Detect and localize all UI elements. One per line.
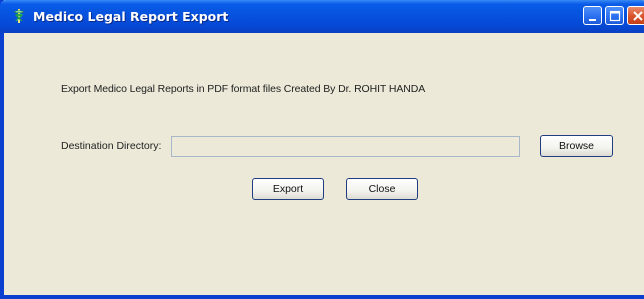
minimize-button[interactable]: [583, 6, 602, 25]
close-icon: [633, 11, 643, 21]
export-dialog-window: Medico Legal Report Export Export Medico…: [0, 0, 644, 299]
close-window-button[interactable]: [627, 6, 644, 25]
close-button[interactable]: Close: [346, 178, 418, 200]
title-bar[interactable]: Medico Legal Report Export: [0, 0, 644, 33]
maximize-button[interactable]: [605, 6, 624, 25]
minimize-icon: [589, 19, 596, 21]
export-button[interactable]: Export: [252, 178, 324, 200]
caduceus-icon: [11, 8, 27, 24]
destination-directory-input[interactable]: [171, 136, 520, 157]
window-title: Medico Legal Report Export: [33, 9, 229, 24]
maximize-icon: [609, 10, 621, 22]
browse-button[interactable]: Browse: [540, 135, 613, 157]
intro-text: Export Medico Legal Reports in PDF forma…: [61, 83, 426, 95]
destination-directory-label: Destination Directory:: [61, 140, 162, 152]
